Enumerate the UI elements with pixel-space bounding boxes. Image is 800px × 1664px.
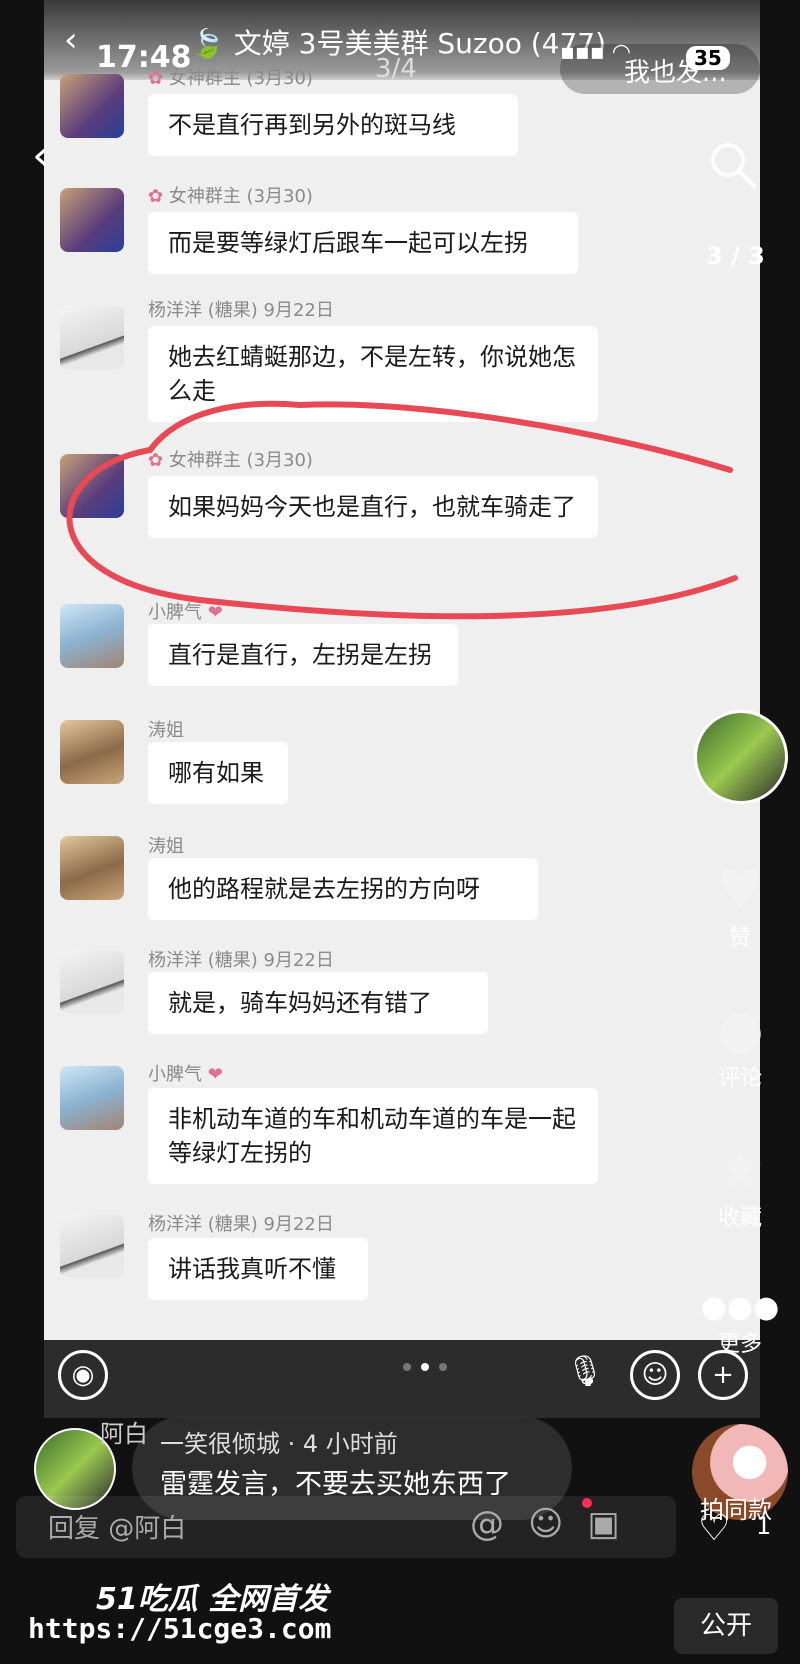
emoji-icon[interactable]: ☺ bbox=[528, 1504, 587, 1544]
comment-button[interactable]: ● 评论 bbox=[700, 1000, 780, 1092]
reply-toolbar: @☺▣ bbox=[470, 1504, 644, 1544]
favorite-label: 收藏 bbox=[717, 1206, 762, 1231]
like-count: 1 bbox=[756, 1512, 772, 1540]
favorite-button[interactable]: ★ 收藏 bbox=[700, 1140, 780, 1232]
emoji-icon[interactable]: ☺ bbox=[630, 1350, 680, 1400]
side-label: 阿白 bbox=[100, 1420, 148, 1448]
video-screen: 🍃 文婷 3号美美群 Suzoo (477) 3/4 我也发... ‹ 17:4… bbox=[0, 0, 800, 1664]
more-button[interactable]: ●●● 更多 bbox=[700, 1290, 780, 1358]
at-icon[interactable]: @ bbox=[470, 1504, 528, 1544]
comment-author: 一笑很倾城 · 4 小时前 bbox=[160, 1430, 398, 1458]
progress-segments bbox=[20, 1558, 780, 1573]
like-button[interactable]: ♥ 赞 bbox=[700, 860, 780, 952]
reply-placeholder[interactable]: 回复 @阿白 bbox=[48, 1508, 186, 1545]
pager-dots bbox=[398, 1356, 452, 1375]
public-button[interactable]: 公开 bbox=[674, 1598, 778, 1654]
more-label: 更多 bbox=[717, 1332, 762, 1357]
voice-icon[interactable]: ◉ bbox=[58, 1350, 108, 1400]
comment-bubble-icon: ● bbox=[716, 998, 764, 1061]
comment-label: 评论 bbox=[717, 1066, 762, 1091]
creator-avatar[interactable] bbox=[694, 710, 788, 804]
microphone-icon[interactable]: 🎙 bbox=[566, 1354, 604, 1389]
watermark-url: https://51cge3.com bbox=[28, 1612, 332, 1645]
image-icon[interactable]: ▣ bbox=[587, 1504, 643, 1544]
like-label: 赞 bbox=[728, 926, 751, 951]
notification-dot bbox=[582, 1498, 592, 1508]
more-dots-icon: ●●● bbox=[700, 1290, 780, 1325]
star-icon: ★ bbox=[715, 1138, 765, 1201]
heart-outline-icon[interactable]: ♡ bbox=[698, 1508, 730, 1549]
heart-icon: ♥ bbox=[715, 858, 765, 921]
